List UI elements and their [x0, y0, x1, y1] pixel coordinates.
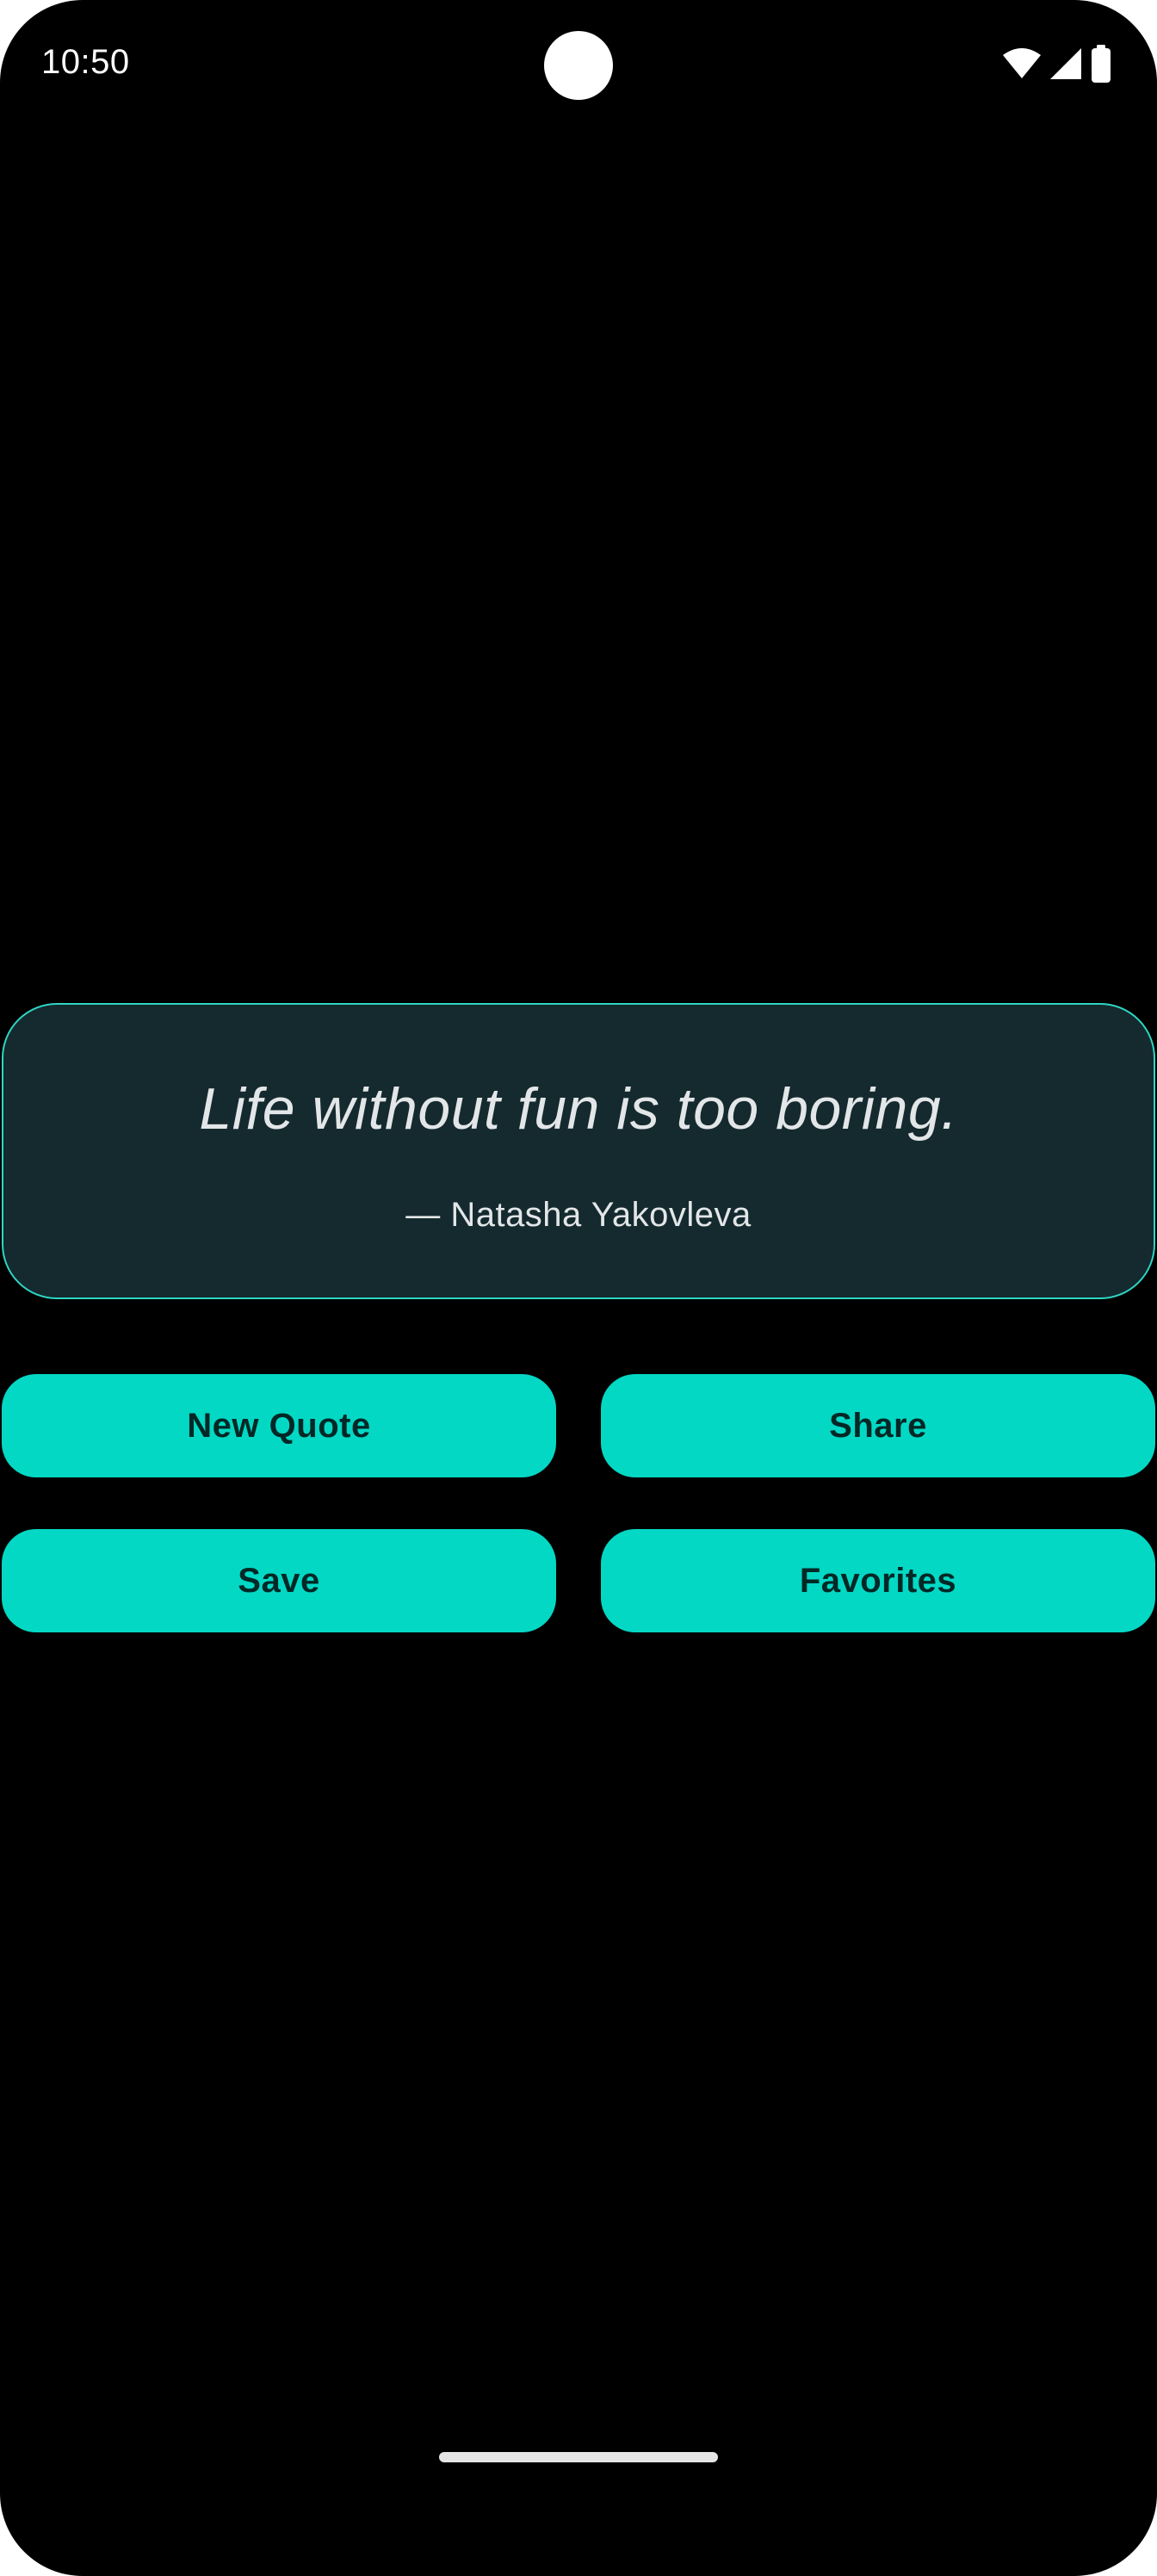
favorites-button[interactable]: Favorites	[601, 1529, 1155, 1632]
wifi-icon	[1002, 47, 1042, 80]
status-time: 10:50	[41, 43, 130, 81]
status-bar: 10:50	[0, 0, 1157, 131]
status-icons	[1002, 45, 1112, 83]
app-screen: 10:50 Life without fun is too boring. — …	[0, 0, 1157, 2576]
quote-text: Life without fun is too boring.	[199, 1076, 958, 1142]
new-quote-button[interactable]: New Quote	[2, 1374, 556, 1477]
battery-icon	[1090, 45, 1112, 83]
share-button[interactable]: Share	[601, 1374, 1155, 1477]
gesture-navigation-handle[interactable]	[439, 2452, 718, 2462]
quote-card: Life without fun is too boring. — Natash…	[2, 1003, 1155, 1299]
cellular-signal-icon	[1049, 46, 1083, 81]
save-button[interactable]: Save	[2, 1529, 556, 1632]
camera-cutout	[544, 31, 613, 100]
quote-author: — Natasha Yakovleva	[405, 1196, 752, 1234]
